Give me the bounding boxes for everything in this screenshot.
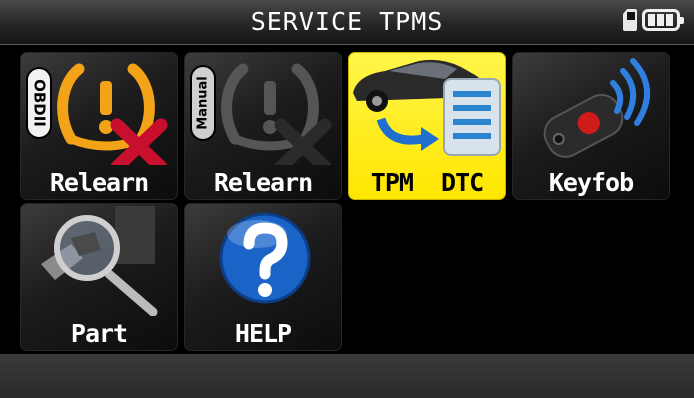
question-icon — [219, 212, 311, 304]
battery-bar — [657, 14, 664, 26]
menu-item-label: Keyfob — [548, 168, 634, 197]
menu-item-label: TPM DTC — [370, 168, 484, 197]
menu-item-part[interactable]: Part — [20, 203, 178, 351]
menu-item-obdii-relearn[interactable]: OBDII Relearn — [20, 52, 178, 200]
menu-item-keyfob[interactable]: Keyfob — [512, 52, 670, 200]
svg-text:OBDII: OBDII — [31, 79, 49, 127]
svg-text:Manual: Manual — [196, 76, 211, 129]
magnifier-valve-icon — [41, 206, 158, 316]
menu-item-tpm-dtc[interactable]: TPM DTC — [348, 52, 506, 200]
obdii-badge: OBDII — [26, 67, 52, 139]
car-document-icon — [353, 59, 501, 156]
manual-badge: Manual — [190, 65, 216, 141]
battery-bar — [666, 14, 673, 26]
title-bar: SERVICE TPMS — [0, 0, 694, 45]
footer-bar — [0, 354, 694, 398]
menu-item-manual-relearn[interactable]: Manual Relearn — [184, 52, 342, 200]
menu-item-label: HELP — [234, 319, 292, 348]
keyfob-icon — [543, 58, 651, 158]
menu-item-label: Relearn — [213, 168, 313, 197]
battery-bar — [648, 14, 655, 26]
battery-icon — [642, 9, 684, 31]
menu-item-label: Part — [70, 319, 128, 348]
menu-item-help[interactable]: HELP — [184, 203, 342, 351]
menu-item-label: Relearn — [49, 168, 149, 197]
sd-card-icon — [623, 9, 637, 31]
screen-title: SERVICE TPMS — [250, 7, 444, 36]
